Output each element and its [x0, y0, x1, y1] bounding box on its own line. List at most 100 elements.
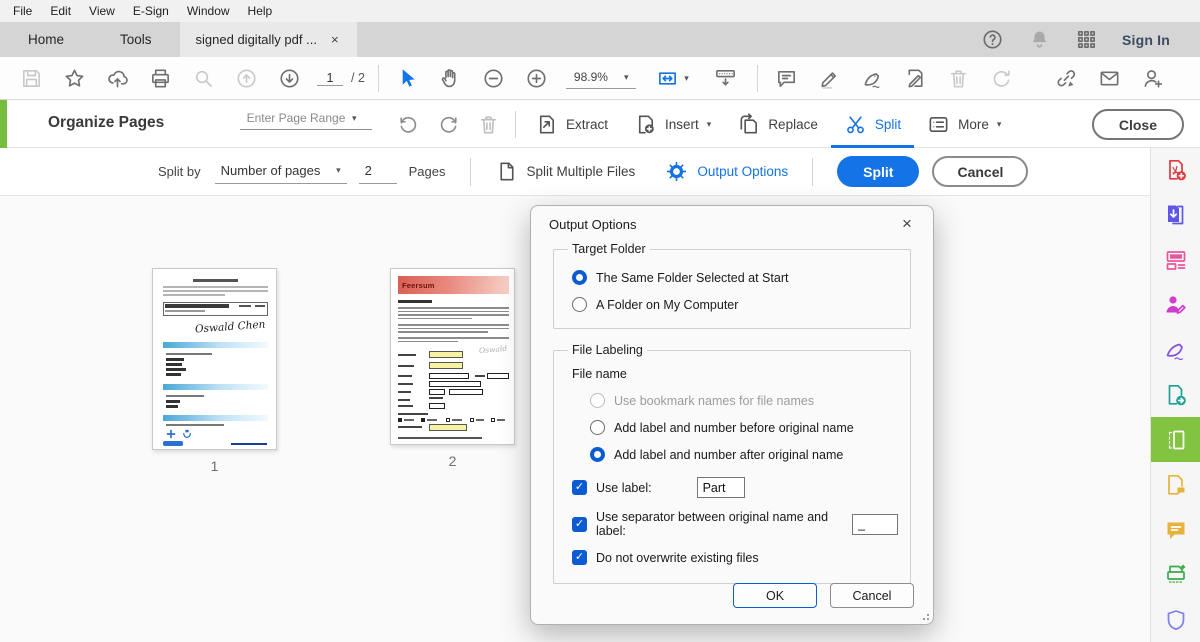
menu-view[interactable]: View — [80, 4, 124, 18]
rotate-left-icon — [397, 113, 420, 136]
page-display-button[interactable]: ▾ — [644, 59, 700, 97]
gear-icon — [665, 160, 688, 183]
comment-tool-button[interactable] — [765, 59, 808, 97]
select-tool-button[interactable] — [386, 59, 429, 97]
sidebar-comment[interactable] — [1151, 507, 1200, 552]
sidebar-request-signatures[interactable] — [1151, 283, 1200, 328]
person-add-icon — [1141, 67, 1164, 90]
chevron-down-icon[interactable]: ▾ — [352, 114, 357, 123]
menu-esign[interactable]: E-Sign — [124, 4, 178, 18]
cursor-icon — [396, 67, 419, 90]
help-icon[interactable] — [981, 28, 1004, 51]
sign-in-button[interactable]: Sign In — [1122, 32, 1170, 48]
tab-close-icon[interactable]: × — [329, 32, 341, 47]
file-name-label: File name — [572, 367, 898, 381]
page-range-input[interactable] — [240, 111, 352, 125]
sidebar-create-pdf[interactable] — [1151, 148, 1200, 193]
dialog-close-icon[interactable]: × — [894, 211, 920, 237]
split-cancel-button[interactable]: Cancel — [932, 156, 1028, 187]
output-options-button[interactable]: Output Options — [665, 160, 788, 183]
output-options-label: Output Options — [697, 164, 788, 179]
add-account-button[interactable] — [1131, 59, 1174, 97]
notifications-bell-icon[interactable] — [1028, 28, 1051, 51]
page-thumbnail-1[interactable]: Oswald Chen — [152, 268, 277, 450]
rotate-right-button[interactable] — [428, 105, 468, 143]
app-grid-icon[interactable] — [1075, 28, 1098, 51]
radio-icon — [590, 447, 605, 462]
sidebar-export-pdf[interactable] — [1151, 193, 1200, 238]
page-thumbnail-2[interactable]: Feersum Oswald — [390, 268, 515, 445]
redo-button[interactable] — [980, 59, 1023, 97]
email-button[interactable] — [1088, 59, 1131, 97]
link-share-button[interactable] — [1045, 59, 1088, 97]
tab-home[interactable]: Home — [0, 22, 92, 57]
insert-tool[interactable]: Insert ▾ — [621, 100, 724, 148]
chevron-down-icon: ▾ — [707, 120, 712, 129]
replace-tool[interactable]: Replace — [724, 100, 831, 148]
radio-label-after-name[interactable]: Add label and number after original name — [590, 447, 898, 462]
menu-edit[interactable]: Edit — [41, 4, 80, 18]
page-number-input[interactable] — [317, 71, 343, 86]
comment-icon — [775, 67, 798, 90]
radio-label-before-name[interactable]: Add label and number before original nam… — [590, 420, 898, 435]
tab-tools[interactable]: Tools — [92, 22, 180, 57]
extract-tool[interactable]: Extract — [522, 100, 621, 148]
menu-help[interactable]: Help — [239, 4, 282, 18]
rotate-left-button[interactable] — [388, 105, 428, 143]
separator-input[interactable] — [852, 514, 898, 535]
split-mode-select[interactable]: Number of pages ▾ — [215, 160, 347, 184]
menu-window[interactable]: Window — [178, 4, 239, 18]
sidebar-edit-pdf[interactable] — [1151, 238, 1200, 283]
star-button[interactable] — [53, 59, 96, 97]
print-button[interactable] — [139, 59, 182, 97]
resize-grip[interactable] — [919, 610, 929, 620]
sidebar-convert-pdf[interactable] — [1151, 373, 1200, 418]
delete-button[interactable] — [937, 59, 980, 97]
more-tool[interactable]: More ▾ — [914, 100, 1014, 148]
insert-page-icon — [634, 113, 657, 136]
acrobat-window: File Edit View E-Sign Window Help Home T… — [0, 0, 1200, 642]
sidebar-fill-and-sign[interactable] — [1151, 328, 1200, 373]
find-button[interactable] — [182, 59, 225, 97]
radio-bookmark-names[interactable]: Use bookmark names for file names — [590, 393, 898, 408]
next-page-button[interactable] — [268, 59, 311, 97]
split-tool[interactable]: Split — [831, 100, 914, 148]
zoom-level-control[interactable]: 98.9% ▾ — [566, 67, 637, 89]
label-input[interactable] — [697, 477, 745, 498]
radio-same-folder[interactable]: The Same Folder Selected at Start — [572, 270, 898, 285]
zoom-in-button[interactable] — [515, 59, 558, 97]
previous-page-button[interactable] — [225, 59, 268, 97]
highlight-tool-button[interactable] — [808, 59, 851, 97]
menu-file[interactable]: File — [4, 4, 41, 18]
save-button[interactable] — [10, 59, 53, 97]
tab-bar: Home Tools signed digitally pdf ... × Si… — [0, 22, 1200, 57]
zoom-out-button[interactable] — [472, 59, 515, 97]
delete-pages-button[interactable] — [468, 105, 508, 143]
toolbar-visibility-button[interactable] — [700, 59, 750, 97]
fill-sign-tool-button[interactable] — [894, 59, 937, 97]
hand-tool-button[interactable] — [429, 59, 472, 97]
sidebar-combine-files[interactable] — [1151, 462, 1200, 507]
split-multiple-files-button[interactable]: Split Multiple Files — [495, 160, 636, 183]
tab-document[interactable]: signed digitally pdf ... × — [180, 22, 357, 57]
extract-label: Extract — [566, 117, 608, 132]
dialog-header[interactable]: Output Options × — [531, 206, 933, 242]
sign-tool-button[interactable] — [851, 59, 894, 97]
checkbox-checked-icon[interactable]: ✓ — [572, 517, 587, 532]
split-confirm-button[interactable]: Split — [837, 156, 919, 187]
sidebar-protect[interactable] — [1151, 597, 1200, 642]
radio-folder-on-computer[interactable]: A Folder on My Computer — [572, 297, 898, 312]
dialog-cancel-button[interactable]: Cancel — [830, 583, 914, 608]
checkbox-checked-icon[interactable]: ✓ — [572, 550, 587, 565]
sidebar-organize-pages[interactable] — [1151, 417, 1200, 462]
close-tool-button[interactable]: Close — [1092, 109, 1184, 140]
tool-accent-bar — [0, 100, 7, 148]
organize-tools: Extract Insert ▾ Replace Split More ▾ — [522, 100, 1014, 148]
ok-button[interactable]: OK — [733, 583, 817, 608]
share-cloud-button[interactable] — [96, 59, 139, 97]
sidebar-scan-ocr[interactable] — [1151, 552, 1200, 597]
target-folder-legend: Target Folder — [568, 242, 650, 256]
checkbox-checked-icon[interactable]: ✓ — [572, 480, 587, 495]
star-icon — [63, 67, 86, 90]
page-count-input[interactable] — [359, 160, 397, 184]
